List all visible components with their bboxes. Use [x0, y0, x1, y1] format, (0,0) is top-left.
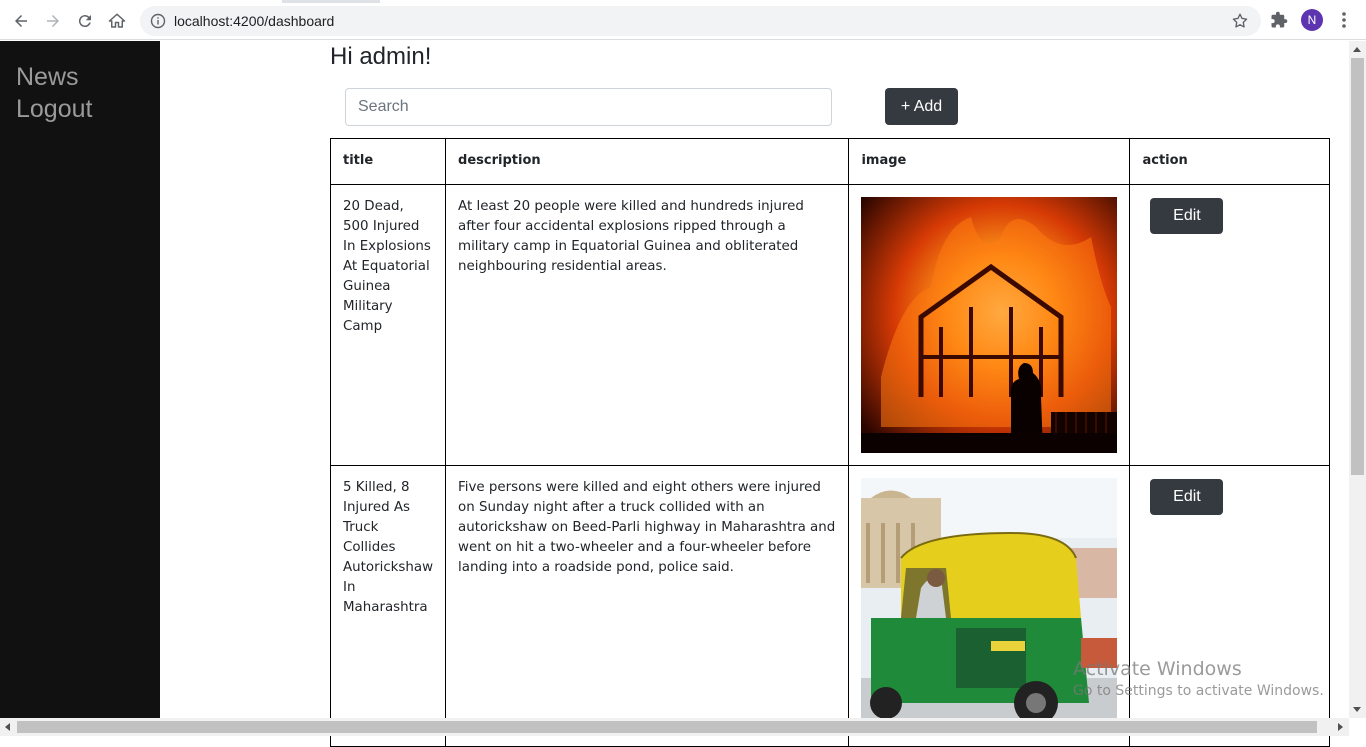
scroll-down-icon[interactable]	[1353, 707, 1361, 712]
info-icon[interactable]	[150, 13, 166, 29]
column-header-description: description	[445, 138, 850, 185]
scroll-left-icon[interactable]	[5, 723, 10, 731]
news-table: title description image action 20 Dead, …	[329, 138, 1330, 747]
scroll-right-icon[interactable]	[1338, 723, 1343, 731]
cell-title: 5 Killed, 8 Injured As Truck Collides Au…	[329, 465, 447, 747]
extensions-icon[interactable]	[1270, 11, 1288, 29]
forward-icon[interactable]	[40, 8, 66, 34]
scroll-up-icon[interactable]	[1353, 47, 1361, 52]
menu-icon[interactable]	[1336, 11, 1352, 29]
activate-windows-title: Activate Windows	[1073, 658, 1242, 680]
star-icon[interactable]	[1231, 12, 1249, 30]
edit-button[interactable]: Edit	[1150, 198, 1224, 234]
cell-description: At least 20 people were killed and hundr…	[445, 184, 850, 466]
browser-toolbar: localhost:4200/dashboard N	[0, 0, 1366, 40]
cell-image	[848, 465, 1131, 747]
vertical-scroll-thumb[interactable]	[1351, 58, 1364, 475]
table-row: 5 Killed, 8 Injured As Truck Collides Au…	[329, 465, 1330, 747]
table-header-row: title description image action	[329, 138, 1330, 185]
cell-image	[848, 184, 1131, 466]
table-row: 20 Dead, 500 Injured In Explosions At Eq…	[329, 184, 1330, 466]
back-icon[interactable]	[8, 8, 34, 34]
cell-action: Edit	[1129, 465, 1330, 747]
column-header-title: title	[329, 138, 447, 185]
burning-house-photo	[861, 197, 1118, 453]
cell-description: Five persons were killed and eight other…	[445, 465, 850, 747]
address-bar[interactable]: localhost:4200/dashboard	[140, 6, 1261, 36]
activate-windows-subtitle: Go to Settings to activate Windows.	[1073, 683, 1324, 699]
home-icon[interactable]	[104, 8, 130, 34]
reload-icon[interactable]	[72, 8, 98, 34]
profile-avatar[interactable]: N	[1301, 9, 1323, 31]
sidebar: News Logout	[0, 41, 160, 718]
add-button[interactable]: + Add	[885, 88, 958, 125]
cell-action: Edit	[1129, 184, 1330, 466]
sidebar-item-logout[interactable]: Logout	[16, 95, 92, 124]
sidebar-item-news[interactable]: News	[16, 63, 79, 92]
vertical-scrollbar[interactable]	[1349, 41, 1366, 718]
column-header-action: action	[1129, 138, 1330, 185]
horizontal-scrollbar[interactable]	[0, 718, 1349, 736]
search-input[interactable]	[345, 88, 832, 126]
cell-title: 20 Dead, 500 Injured In Explosions At Eq…	[329, 184, 447, 466]
edit-button[interactable]: Edit	[1150, 479, 1224, 515]
tab-strip-edge	[0, 0, 1366, 3]
page-title: Hi admin!	[330, 43, 432, 70]
url-text[interactable]: localhost:4200/dashboard	[174, 13, 334, 29]
column-header-image: image	[848, 138, 1131, 185]
horizontal-scroll-thumb[interactable]	[17, 721, 1317, 733]
